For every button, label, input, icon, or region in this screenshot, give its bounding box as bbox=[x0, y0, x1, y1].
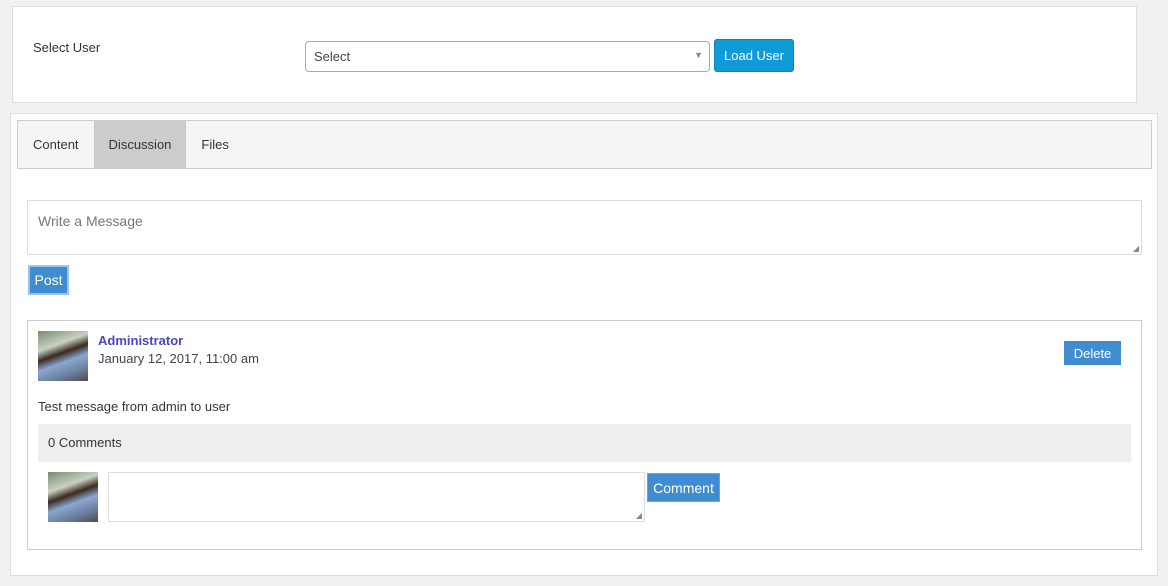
user-select-panel: Select User Select ▼ Load User bbox=[12, 6, 1137, 103]
post-card: Administrator January 12, 2017, 11:00 am… bbox=[27, 320, 1142, 550]
comment-button[interactable]: Comment bbox=[647, 473, 720, 502]
chevron-down-icon: ▼ bbox=[694, 50, 703, 60]
tab-content[interactable]: Content bbox=[18, 121, 94, 168]
post-button[interactable]: Post bbox=[28, 265, 69, 295]
avatar bbox=[38, 331, 88, 381]
post-date: January 12, 2017, 11:00 am bbox=[98, 351, 259, 366]
tab-bar: Content Discussion Files bbox=[17, 120, 1152, 169]
commenter-avatar bbox=[48, 472, 98, 522]
resize-handle-icon[interactable]: ◢ bbox=[1133, 244, 1139, 253]
comment-input[interactable]: ◢ bbox=[108, 472, 645, 522]
post-author-link[interactable]: Administrator bbox=[98, 333, 183, 348]
tab-files[interactable]: Files bbox=[186, 121, 243, 168]
resize-handle-icon[interactable]: ◢ bbox=[636, 511, 642, 520]
select-user-label: Select User bbox=[33, 40, 101, 55]
message-input[interactable]: Write a Message ◢ bbox=[27, 200, 1142, 255]
tab-discussion[interactable]: Discussion bbox=[93, 121, 187, 168]
load-user-button[interactable]: Load User bbox=[714, 39, 794, 72]
discussion-panel: Content Discussion Files Write a Message… bbox=[10, 113, 1158, 576]
comments-count: 0 Comments bbox=[38, 424, 1131, 462]
message-placeholder: Write a Message bbox=[38, 213, 143, 229]
user-select-value: Select bbox=[314, 49, 351, 64]
post-message: Test message from admin to user bbox=[38, 399, 231, 414]
delete-button[interactable]: Delete bbox=[1064, 341, 1121, 365]
user-select-dropdown[interactable]: Select ▼ bbox=[305, 41, 710, 72]
